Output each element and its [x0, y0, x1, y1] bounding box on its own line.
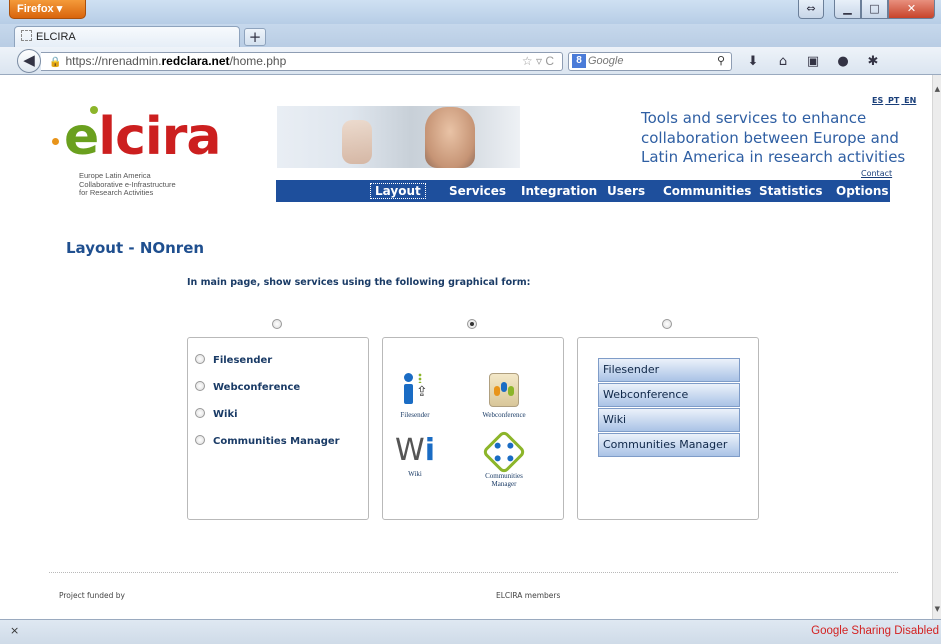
list-option[interactable]: Wiki [195, 408, 238, 420]
window-controls: ⇔ ▁ □ ✕ [798, 0, 935, 19]
logo-wordmark: elcira [64, 107, 222, 167]
service-button[interactable]: Filesender [598, 358, 740, 382]
main-menu: Layout Services Integration Users Commun… [276, 180, 890, 202]
menu-services[interactable]: Services [449, 180, 506, 202]
bookmarks-icon[interactable]: ▣ [802, 53, 824, 71]
url-domain: redclara.net [161, 54, 230, 68]
menu-statistics[interactable]: Statistics [759, 180, 823, 202]
menu-layout[interactable]: Layout [370, 183, 426, 199]
search-box[interactable]: 8 Google ⚲ [568, 52, 732, 71]
filesender-icon: ⇪ [400, 373, 430, 407]
site-tagline: Tools and services to enhance collaborat… [641, 109, 906, 166]
layout-radio-icons[interactable] [467, 319, 477, 329]
addon-icon[interactable]: ● [832, 53, 854, 71]
scroll-up-icon[interactable]: ▲ [935, 85, 940, 93]
url-path: /home.php [229, 54, 287, 68]
funded-label: Project funded by [59, 591, 125, 600]
toolbar-icons: ⬇ ⌂ ▣ ● ✱ [742, 53, 892, 71]
search-placeholder: Google [588, 55, 624, 67]
service-button[interactable]: Webconference [598, 383, 740, 407]
maximize-button[interactable]: □ [861, 0, 888, 19]
radio-icon[interactable] [195, 408, 205, 418]
vertical-scrollbar[interactable]: ▲ ▼ [932, 75, 941, 619]
members-label: ELCIRA members [496, 591, 561, 600]
layout-preview-icons[interactable]: ⇪ Filesender Webconference Wi Wiki Commu… [382, 337, 564, 520]
list-option[interactable]: Communities Manager [195, 435, 340, 447]
layout-radio-buttons[interactable] [662, 319, 672, 329]
footer-divider [49, 572, 898, 573]
communities-manager-icon [481, 429, 527, 475]
favicon-icon [21, 30, 32, 41]
radio-icon[interactable] [195, 435, 205, 445]
logo-subtitle: Europe Latin America Collaborative e-Inf… [79, 171, 176, 197]
tab-bar: ELCIRA + [0, 24, 941, 47]
search-engine-icon[interactable]: 8 [572, 54, 586, 68]
menu-integration[interactable]: Integration [521, 180, 597, 202]
firefox-menu-button[interactable]: Firefox ▾ [9, 0, 86, 19]
navigation-toolbar: ◀ 🔒 https://nrenadmin.redclara.net/home.p… [0, 47, 941, 75]
contact-link[interactable]: Contact [861, 169, 892, 178]
service-button[interactable]: Wiki [598, 408, 740, 432]
restore-tabs-icon[interactable]: ⇔ [798, 0, 824, 19]
layout-preview-list[interactable]: Filesender Webconference Wiki Communitie… [187, 337, 369, 520]
url-bar[interactable]: 🔒 https://nrenadmin.redclara.net/home.php… [41, 52, 563, 71]
status-bar: × Google Sharing Disabled [0, 619, 941, 644]
search-icon[interactable]: ⚲ [717, 53, 725, 70]
google-sharing-status[interactable]: Google Sharing Disabled [811, 625, 939, 637]
download-icon[interactable]: ⬇ [742, 53, 764, 71]
lang-es-link[interactable]: ES [872, 96, 883, 105]
icon-tile[interactable]: ⇪ Filesender [393, 373, 437, 419]
elcira-logo[interactable]: elcira Europe Latin America Collaborativ… [52, 103, 242, 203]
radio-icon[interactable] [195, 381, 205, 391]
menu-users[interactable]: Users [607, 180, 645, 202]
list-option[interactable]: Filesender [195, 354, 272, 366]
radio-icon[interactable] [195, 354, 205, 364]
service-button[interactable]: Communities Manager [598, 433, 740, 457]
bookmark-star-icon[interactable]: ☆ ▿ C [522, 53, 554, 70]
icon-tile[interactable]: Wi Wiki [393, 433, 437, 479]
minimize-button[interactable]: ▁ [834, 0, 861, 19]
lock-icon: 🔒 [49, 57, 62, 68]
banner-hand [342, 120, 372, 164]
back-button[interactable]: ◀ [17, 49, 41, 73]
logo-dot-icon [52, 138, 59, 145]
scroll-down-icon[interactable]: ▼ [935, 605, 940, 613]
page-content: ▲ ▼ ES PT EN elcira Europe Latin America… [0, 75, 941, 619]
lang-pt-link[interactable]: PT [888, 96, 899, 105]
layout-prompt: In main page, show services using the fo… [187, 277, 531, 288]
browser-tab[interactable]: ELCIRA [14, 26, 240, 47]
language-links: ES PT EN [872, 96, 918, 105]
button-list: Filesender Webconference Wiki Communitie… [598, 358, 740, 458]
banner-face [425, 107, 475, 168]
url-prefix: https://nrenadmin. [65, 54, 162, 68]
layout-preview-buttons[interactable]: Filesender Webconference Wiki Communitie… [577, 337, 759, 520]
extension-icon[interactable]: ✱ [862, 53, 884, 71]
menu-communities[interactable]: Communities [663, 180, 751, 202]
wiki-icon: Wi [395, 433, 435, 468]
new-tab-button[interactable]: + [244, 28, 266, 46]
tab-title: ELCIRA [36, 31, 76, 43]
window-titlebar: Firefox ▾ ⇔ ▁ □ ✕ [0, 0, 941, 24]
lang-en-link[interactable]: EN [904, 96, 916, 105]
menu-options[interactable]: Options [836, 180, 889, 202]
home-icon[interactable]: ⌂ [772, 53, 794, 71]
webconference-icon [489, 373, 519, 407]
banner-photo [277, 106, 520, 168]
layout-radio-list[interactable] [272, 319, 282, 329]
icon-tile[interactable]: Communities Manager [475, 429, 533, 488]
page-title: Layout - NOnren [66, 239, 205, 257]
close-statusbar-icon[interactable]: × [10, 624, 19, 637]
close-window-button[interactable]: ✕ [888, 0, 935, 19]
icon-tile[interactable]: Webconference [475, 373, 533, 419]
list-option[interactable]: Webconference [195, 381, 300, 393]
